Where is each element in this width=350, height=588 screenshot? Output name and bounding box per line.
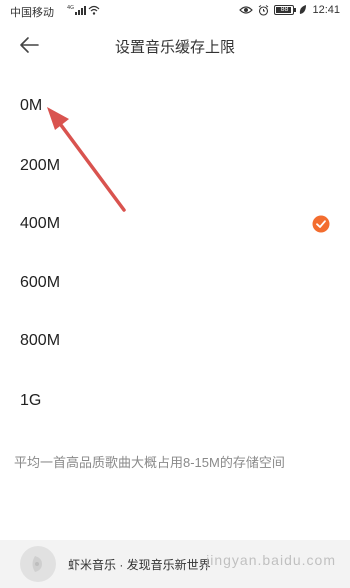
option-label: 0M xyxy=(20,97,43,114)
option-200m[interactable]: 200M xyxy=(0,136,350,196)
option-400m[interactable]: 400M xyxy=(0,194,350,254)
eye-icon xyxy=(239,6,254,14)
option-label: 400M xyxy=(20,215,61,232)
option-600m[interactable]: 600M xyxy=(0,253,350,313)
banner-slogan: 虾米音乐 · 发现音乐新世界 xyxy=(68,558,211,572)
status-bar: 中国移动 4G 88 12:41 xyxy=(0,0,350,22)
check-circle-icon xyxy=(312,215,330,233)
page-title: 设置音乐缓存上限 xyxy=(114,39,235,56)
carrier-name: 中国移动 xyxy=(10,7,54,19)
alarm-clock-icon xyxy=(259,4,269,16)
charging-leaf-icon xyxy=(300,5,307,14)
status-right-group: 88 12:41 xyxy=(239,4,340,16)
option-1g[interactable]: 1G xyxy=(0,371,350,431)
option-label: 600M xyxy=(20,274,61,291)
option-0m[interactable]: 0M xyxy=(0,76,350,136)
clock-time: 12:41 xyxy=(312,4,340,16)
signal-wifi-icon: 4G xyxy=(67,5,100,15)
bottom-banner[interactable]: 虾米音乐 · 发现音乐新世界 jingyan.baidu.com xyxy=(0,540,350,588)
xiami-logo-icon xyxy=(20,546,56,582)
battery-icon: 88 xyxy=(274,5,297,15)
header: 设置音乐缓存上限 xyxy=(0,22,350,68)
watermark: jingyan.baidu.com xyxy=(206,552,336,568)
option-label: 800M xyxy=(20,332,61,349)
option-800m[interactable]: 800M xyxy=(0,311,350,371)
battery-level: 88 xyxy=(280,6,289,13)
svg-text:4G: 4G xyxy=(67,5,74,11)
option-label: 200M xyxy=(20,157,61,174)
storage-note: 平均一首高品质歌曲大概占用8-15M的存储空间 xyxy=(14,455,285,470)
option-label: 1G xyxy=(20,392,42,409)
